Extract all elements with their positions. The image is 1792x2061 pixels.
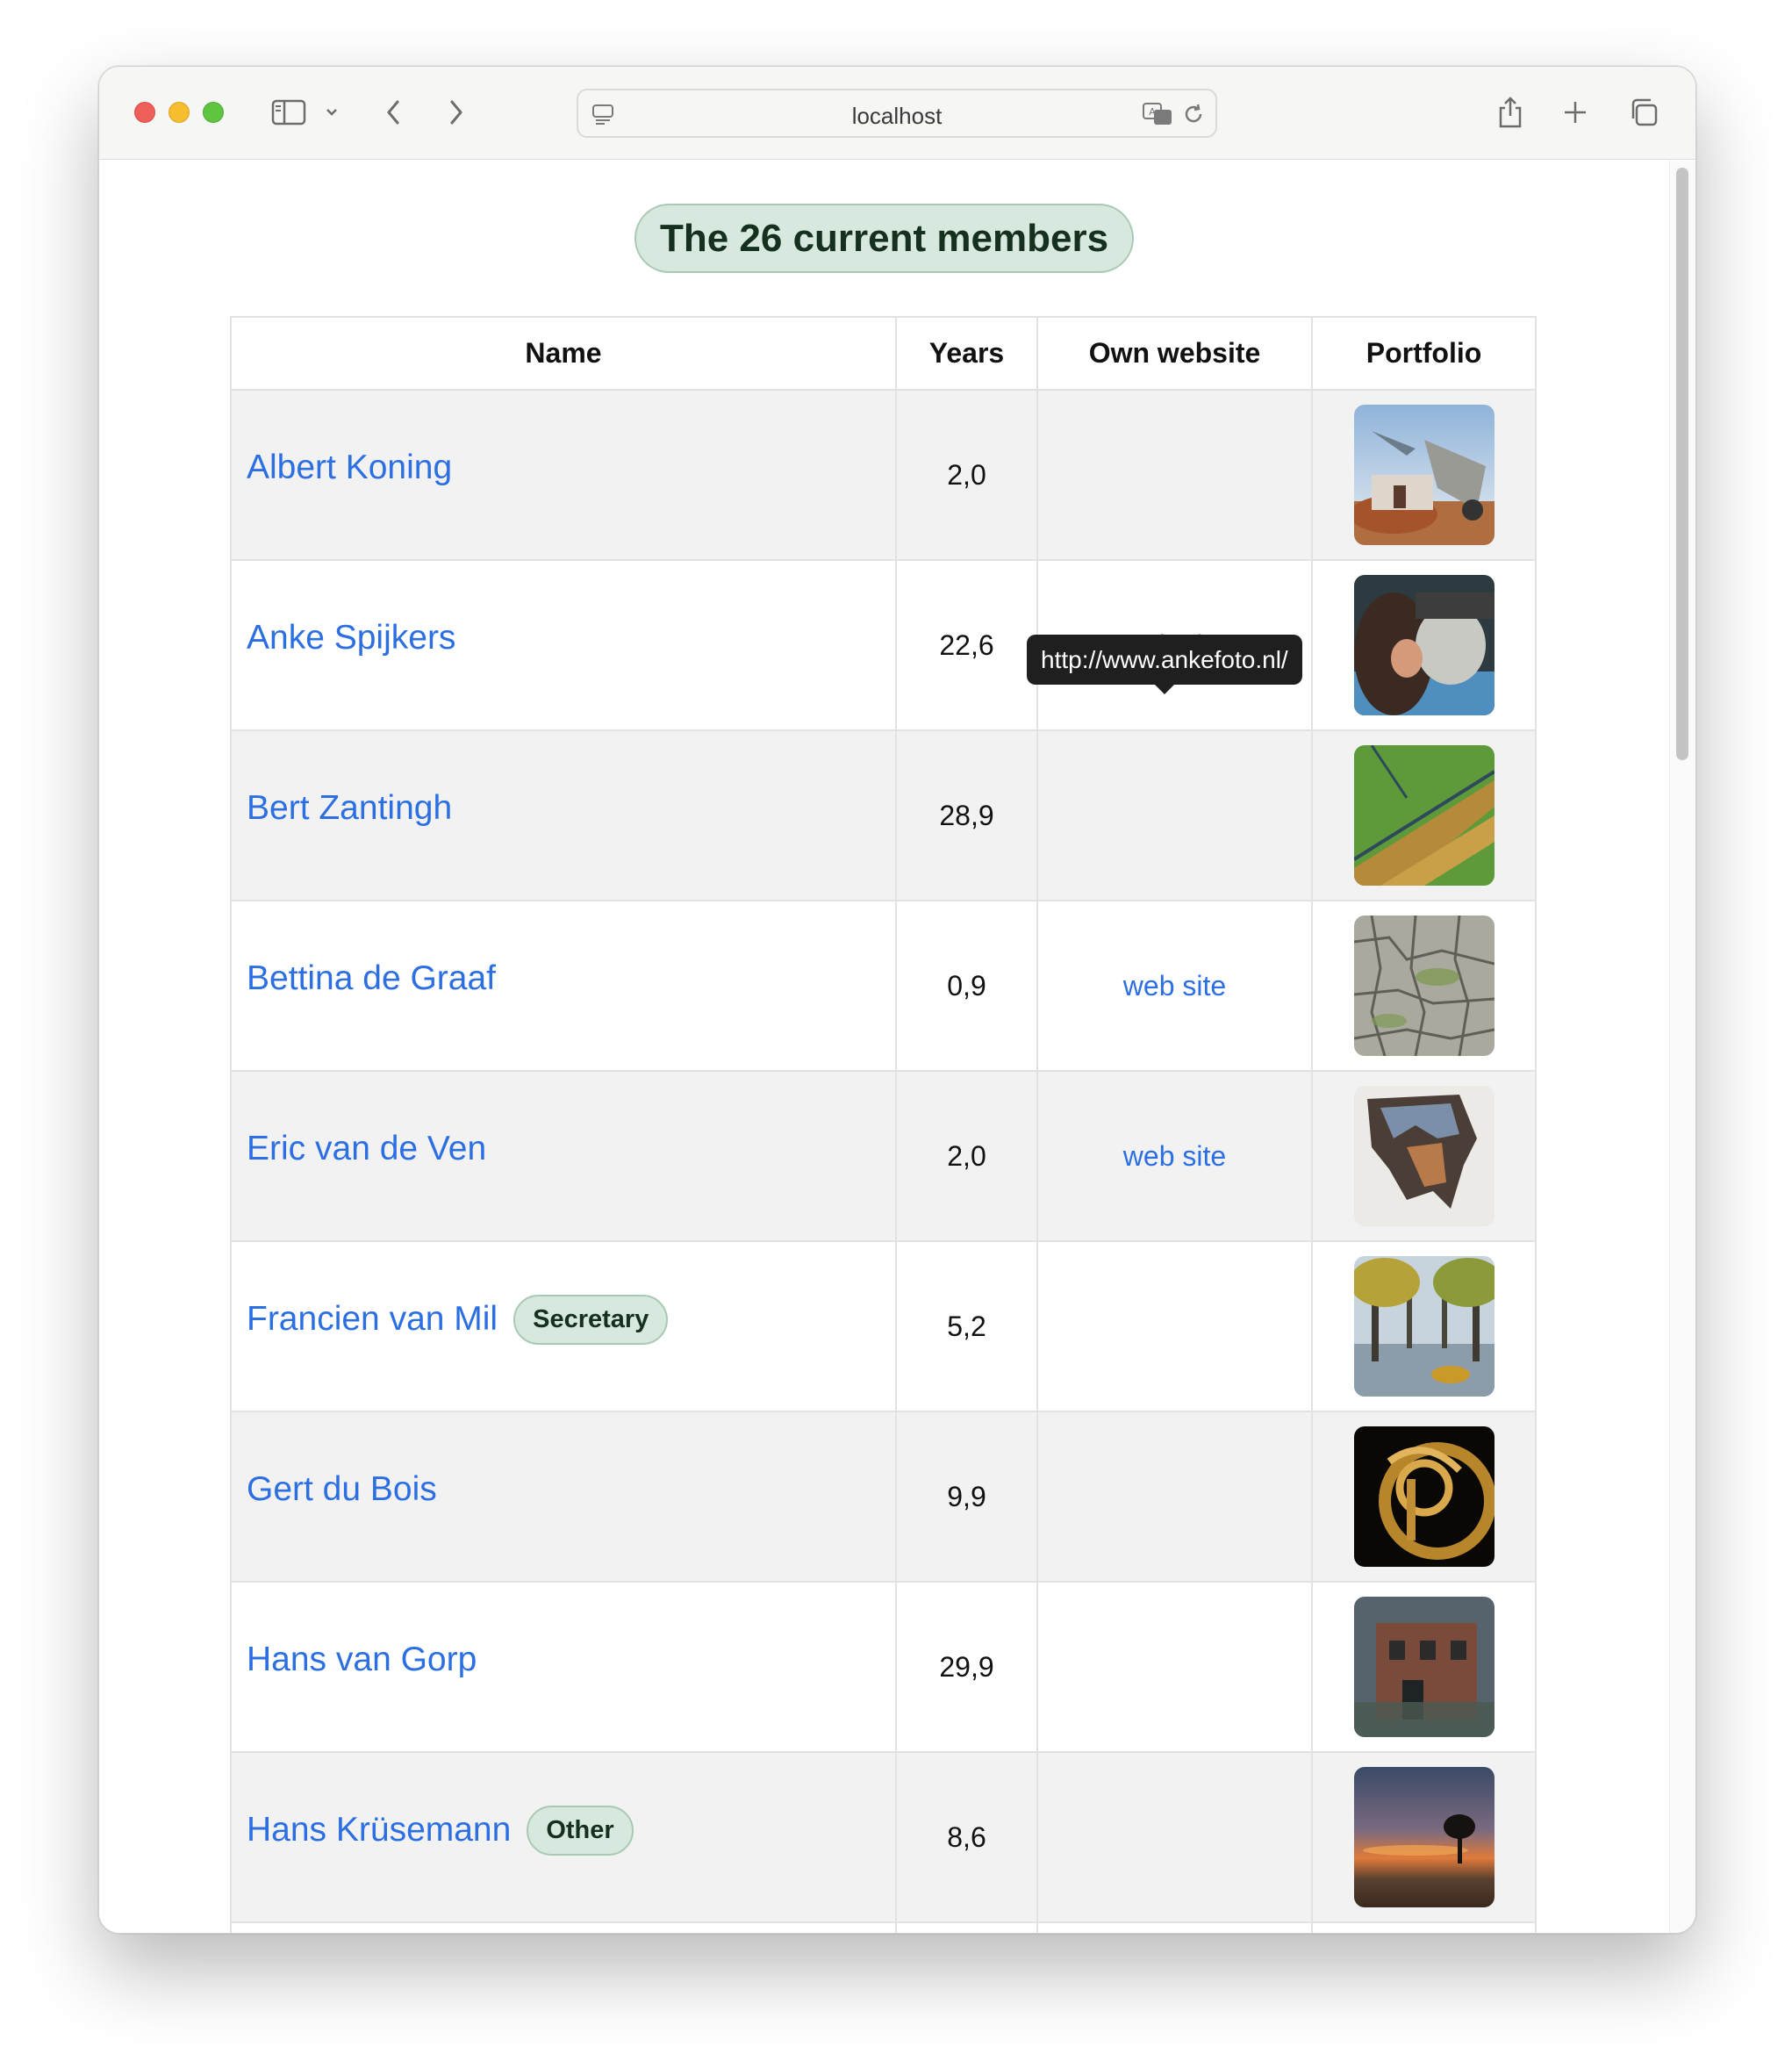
forward-icon[interactable] — [443, 91, 470, 133]
table-row — [230, 1921, 1537, 1933]
website-link[interactable]: web site — [1123, 1140, 1226, 1172]
page-title: The 26 current members — [634, 204, 1134, 273]
tooltip-text: http://www.ankefoto.nl/ — [1041, 646, 1288, 673]
member-name-link[interactable]: Eric van de Ven — [247, 1130, 486, 1168]
member-years: 2,0 — [895, 1070, 1038, 1242]
back-icon[interactable] — [380, 91, 406, 133]
portfolio-thumbnail[interactable] — [1353, 1086, 1495, 1226]
address-bar[interactable]: localhost A — [577, 89, 1217, 138]
table-row: Albert Koning 2,0 — [230, 389, 1537, 561]
table-row: Hans Krüsemann Other 8,6 — [230, 1751, 1537, 1923]
member-years: 22,6 — [895, 559, 1038, 731]
portfolio-thumbnail[interactable] — [1353, 405, 1495, 545]
portfolio-thumbnail[interactable] — [1353, 745, 1495, 886]
role-badge: Secretary — [513, 1294, 669, 1345]
url-text: localhost — [851, 103, 943, 129]
member-name-link[interactable]: Anke Spijkers — [247, 619, 455, 657]
close-window-button[interactable] — [134, 102, 155, 123]
chevron-down-icon[interactable] — [322, 91, 341, 133]
minimize-window-button[interactable] — [168, 102, 190, 123]
member-years: 8,6 — [895, 1751, 1038, 1923]
sidebar-icon[interactable] — [269, 91, 309, 133]
zoom-window-button[interactable] — [203, 102, 224, 123]
member-years: 28,9 — [895, 729, 1038, 901]
member-years: 9,9 — [895, 1411, 1038, 1583]
table-row: Hans van Gorp 29,9 — [230, 1581, 1537, 1753]
translate-icon[interactable]: A — [1142, 101, 1173, 132]
table-row: Bert Zantingh 28,9 — [230, 729, 1537, 901]
members-table: Name Years Own website Portfolio Albert … — [230, 316, 1537, 1933]
member-name-link[interactable]: Albert Koning — [247, 449, 452, 487]
role-badge: Other — [527, 1805, 634, 1856]
svg-text:A: A — [1149, 106, 1156, 118]
portfolio-thumbnail[interactable] — [1353, 1767, 1495, 1907]
browser-toolbar: localhost A — [99, 67, 1695, 160]
share-icon[interactable] — [1495, 91, 1526, 133]
member-years: 0,9 — [895, 900, 1038, 1072]
table-row: Francien van Mil Secretary 5,2 — [230, 1240, 1537, 1412]
portfolio-thumbnail[interactable] — [1353, 916, 1495, 1056]
member-name-link[interactable]: Hans Krüsemann — [247, 1811, 511, 1849]
member-name-link[interactable]: Francien van Mil — [247, 1300, 498, 1339]
table-row: Eric van de Ven 2,0 web site — [230, 1070, 1537, 1242]
reload-icon[interactable] — [1180, 101, 1207, 132]
member-years: 2,0 — [895, 389, 1038, 561]
scrollbar-thumb[interactable] — [1676, 168, 1688, 760]
page-content: The 26 current members Name Years Own we… — [99, 161, 1671, 1933]
browser-window: localhost A The 26 current members Name … — [98, 66, 1696, 1934]
header-website: Own website — [1036, 316, 1313, 391]
table-row: Anke Spijkers 22,6 web site — [230, 559, 1537, 731]
member-name-link[interactable]: Hans van Gorp — [247, 1641, 477, 1679]
website-link[interactable]: web site — [1123, 970, 1226, 1002]
member-name-link[interactable]: Bettina de Graaf — [247, 959, 496, 998]
member-name-link[interactable]: Bert Zantingh — [247, 789, 452, 828]
portfolio-thumbnail[interactable] — [1353, 575, 1495, 715]
website-tooltip: http://www.ankefoto.nl/ — [1027, 635, 1302, 694]
header-name: Name — [230, 316, 897, 391]
member-years: 29,9 — [895, 1581, 1038, 1753]
table-row: Bettina de Graaf 0,9 web site — [230, 900, 1537, 1072]
table-row: Gert du Bois 9,9 — [230, 1411, 1537, 1583]
portfolio-thumbnail[interactable] — [1353, 1256, 1495, 1397]
portfolio-thumbnail[interactable] — [1353, 1597, 1495, 1737]
tabs-icon[interactable] — [1626, 91, 1661, 133]
header-years: Years — [895, 316, 1038, 391]
plus-icon[interactable] — [1559, 91, 1591, 133]
portfolio-thumbnail[interactable] — [1353, 1426, 1495, 1567]
member-name-link[interactable]: Gert du Bois — [247, 1470, 437, 1509]
member-years: 5,2 — [895, 1240, 1038, 1412]
tooltip-arrow — [1153, 684, 1175, 694]
header-portfolio: Portfolio — [1311, 316, 1537, 391]
